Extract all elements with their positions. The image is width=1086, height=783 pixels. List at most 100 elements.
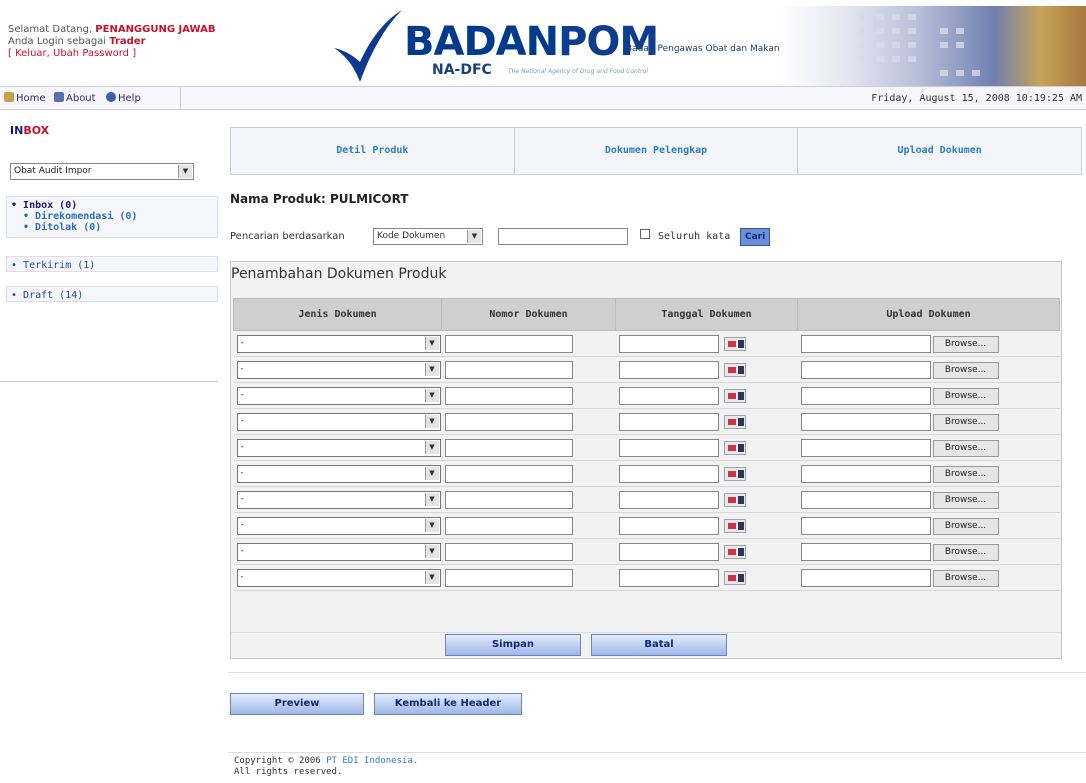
nav-help[interactable]: Help — [106, 92, 141, 104]
browse-button[interactable]: Browse... — [932, 544, 999, 561]
nomor-dokumen-input[interactable] — [444, 387, 573, 405]
tab-dokumen-pelengkap[interactable]: Dokumen Pelengkap — [515, 128, 799, 174]
back-to-header-button[interactable]: Kembali ke Header — [374, 693, 522, 715]
jenis-dokumen-select[interactable]: - ▼ — [236, 569, 441, 587]
upload-file-input[interactable] — [800, 335, 931, 353]
calendar-icon[interactable] — [723, 467, 746, 481]
upload-file-input[interactable] — [800, 413, 931, 431]
sidebar-item-terkirim[interactable]: • Terkirim (1) — [6, 256, 218, 272]
tanggal-dokumen-input[interactable] — [618, 569, 719, 587]
logout-link[interactable]: [ Keluar, Ubah Password ] — [8, 48, 215, 60]
browse-button[interactable]: Browse... — [932, 388, 999, 405]
chevron-down-icon[interactable]: ▼ — [424, 389, 439, 402]
calendar-icon[interactable] — [723, 363, 746, 377]
tab-upload-dokumen[interactable]: Upload Dokumen — [798, 128, 1081, 174]
sidebar-item-inbox[interactable]: • Inbox (0) — [11, 200, 213, 211]
sidebar-item-ditolak[interactable]: • Ditolak (0) — [11, 222, 213, 233]
chevron-down-icon[interactable]: ▼ — [424, 441, 439, 454]
sidebar-item-draft[interactable]: • Draft (14) — [6, 286, 218, 302]
company-link[interactable]: PT EDI Indonesia. — [326, 756, 418, 766]
chevron-down-icon[interactable]: ▼ — [424, 467, 439, 480]
tanggal-dokumen-input[interactable] — [618, 491, 719, 509]
chevron-down-icon[interactable]: ▼ — [424, 571, 439, 584]
jenis-dokumen-select[interactable]: - ▼ — [236, 387, 441, 405]
calendar-icon[interactable] — [723, 571, 746, 585]
jenis-dokumen-select[interactable]: - ▼ — [236, 465, 441, 483]
jenis-dokumen-select[interactable]: - ▼ — [236, 439, 441, 457]
upload-file-input[interactable] — [800, 439, 931, 457]
browse-button[interactable]: Browse... — [932, 570, 999, 587]
chevron-down-icon[interactable]: ▼ — [424, 415, 439, 428]
chevron-down-icon[interactable]: ▼ — [424, 337, 439, 350]
nomor-dokumen-input[interactable] — [444, 465, 573, 483]
search-input[interactable] — [498, 228, 628, 245]
whole-word-checkbox[interactable] — [640, 229, 650, 239]
category-select[interactable]: Obat Audit Impor ▼ — [10, 163, 194, 180]
upload-file-input[interactable] — [800, 465, 931, 483]
nav-about[interactable]: About — [54, 92, 96, 104]
search-button[interactable]: Cari — [740, 228, 771, 246]
cell-tanggal — [615, 564, 798, 591]
calendar-icon[interactable] — [723, 441, 746, 455]
tanggal-dokumen-input[interactable] — [618, 361, 719, 379]
sidebar-item-direkomendasi[interactable]: • Direkomendasi (0) — [11, 211, 213, 222]
tanggal-dokumen-input[interactable] — [618, 543, 719, 561]
nomor-dokumen-input[interactable] — [444, 517, 573, 535]
nomor-dokumen-input[interactable] — [444, 361, 573, 379]
calendar-icon[interactable] — [723, 337, 746, 351]
tanggal-dokumen-input[interactable] — [618, 517, 719, 535]
chevron-down-icon[interactable]: ▼ — [424, 519, 439, 532]
chevron-down-icon[interactable]: ▼ — [424, 363, 439, 376]
browse-button[interactable]: Browse... — [932, 466, 999, 483]
calendar-icon[interactable] — [723, 389, 746, 403]
welcome-prefix: Selamat Datang, — [8, 24, 96, 35]
upload-file-input[interactable] — [800, 387, 931, 405]
nomor-dokumen-input[interactable] — [444, 335, 573, 353]
upload-file-input[interactable] — [800, 361, 931, 379]
tanggal-dokumen-input[interactable] — [618, 387, 719, 405]
upload-file-input[interactable] — [800, 543, 931, 561]
upload-file-input[interactable] — [800, 569, 931, 587]
browse-button[interactable]: Browse... — [932, 362, 999, 379]
tanggal-dokumen-input[interactable] — [618, 465, 719, 483]
calendar-icon[interactable] — [723, 415, 746, 429]
tab-detil-produk[interactable]: Detil Produk — [231, 128, 515, 174]
upload-file-input[interactable] — [800, 517, 931, 535]
cancel-button[interactable]: Batal — [591, 634, 727, 656]
nomor-dokumen-input[interactable] — [444, 413, 573, 431]
jenis-dokumen-select[interactable]: - ▼ — [236, 361, 441, 379]
jenis-dokumen-select[interactable]: - ▼ — [236, 335, 441, 353]
jenis-dokumen-select[interactable]: - ▼ — [236, 413, 441, 431]
tanggal-dokumen-input[interactable] — [618, 413, 719, 431]
calendar-icon[interactable] — [723, 493, 746, 507]
cell-tanggal — [615, 356, 798, 383]
jenis-dokumen-select[interactable]: - ▼ — [236, 517, 441, 535]
nomor-dokumen-input[interactable] — [444, 543, 573, 561]
chevron-down-icon[interactable]: ▼ — [178, 165, 192, 178]
browse-button[interactable]: Browse... — [932, 336, 999, 353]
chevron-down-icon[interactable]: ▼ — [424, 493, 439, 506]
save-button[interactable]: Simpan — [445, 634, 581, 656]
tanggal-dokumen-input[interactable] — [618, 439, 719, 457]
nomor-dokumen-input[interactable] — [444, 491, 573, 509]
nav-home[interactable]: Home — [4, 92, 46, 104]
jenis-dokumen-select[interactable]: - ▼ — [236, 491, 441, 509]
search-field-select[interactable]: Kode Dokumen ▼ — [373, 228, 483, 245]
preview-button[interactable]: Preview — [230, 693, 364, 715]
browse-button[interactable]: Browse... — [932, 518, 999, 535]
calendar-icon[interactable] — [723, 519, 746, 533]
footer: Copyright © 2006 PT EDI Indonesia. All r… — [234, 756, 418, 778]
cell-upload: Browse... — [797, 408, 1060, 435]
calendar-icon[interactable] — [723, 545, 746, 559]
tanggal-dokumen-input[interactable] — [618, 335, 719, 353]
browse-button[interactable]: Browse... — [932, 414, 999, 431]
chevron-down-icon[interactable]: ▼ — [424, 545, 439, 558]
chevron-down-icon[interactable]: ▼ — [467, 230, 481, 243]
nomor-dokumen-input[interactable] — [444, 439, 573, 457]
jenis-dokumen-select[interactable]: - ▼ — [236, 543, 441, 561]
nomor-dokumen-input[interactable] — [444, 569, 573, 587]
col-jenis-dokumen: Jenis Dokumen — [233, 298, 442, 331]
browse-button[interactable]: Browse... — [932, 492, 999, 509]
upload-file-input[interactable] — [800, 491, 931, 509]
browse-button[interactable]: Browse... — [932, 440, 999, 457]
